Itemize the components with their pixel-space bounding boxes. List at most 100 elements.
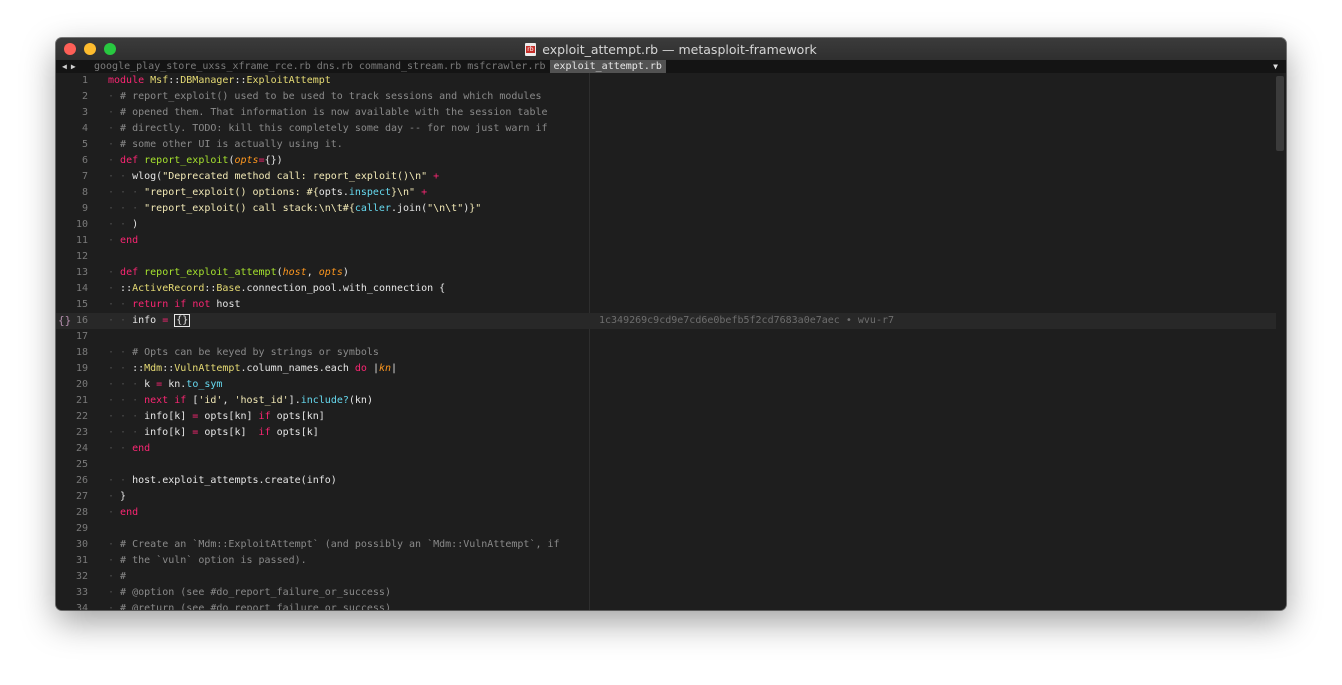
back-arrow-icon[interactable]: ◀	[62, 62, 67, 71]
token-const: VulnAttempt	[174, 363, 241, 374]
code-line[interactable]: 11 · end	[56, 233, 1276, 249]
indent-guide: · ·	[108, 363, 133, 374]
token-string: 'id'	[198, 395, 223, 406]
indent-guide: · ·	[108, 443, 133, 454]
token-plain: |	[391, 363, 398, 374]
tab-menu-icon[interactable]: ▼	[1273, 60, 1278, 73]
token-func: report_exploit	[144, 155, 229, 166]
line-number: 32	[75, 571, 88, 582]
indent-guide: ·	[108, 539, 121, 550]
indent-guide: ·	[108, 555, 121, 566]
code-line[interactable]: 22 · · · info[k] = opts[kn] if opts[kn]	[56, 409, 1276, 425]
line-number: 10	[75, 219, 88, 230]
code-line[interactable]: 33 · # @option (see #do_report_failure_or…	[56, 585, 1276, 601]
code-line[interactable]: 23 · · · info[k] = opts[k] if opts[k]	[56, 425, 1276, 441]
token-comment: #	[120, 571, 127, 582]
code-line[interactable]: 18 · · # Opts can be keyed by strings or …	[56, 345, 1276, 361]
indent-guide: ·	[108, 155, 121, 166]
code-text: · · · k = kn.to_sym	[108, 377, 222, 393]
token-const: Base	[216, 283, 241, 294]
line-number: 2	[81, 91, 88, 102]
code-text: · # opened them. That information is now…	[108, 105, 548, 121]
code-line[interactable]: 26 · · host.exploit_attempts.create(info)	[56, 473, 1276, 489]
token-const: ActiveRecord	[132, 283, 205, 294]
token-plain: host.exploit_attempts.create(info)	[132, 475, 337, 486]
token-comment: # directly. TODO: kill this completely s…	[120, 123, 548, 134]
indent-guide: ·	[108, 123, 121, 134]
title-bar[interactable]: exploit_attempt.rb — metasploit-framewor…	[56, 38, 1286, 61]
line-number: 29	[75, 523, 88, 534]
token-plain: }	[120, 491, 127, 502]
code-line[interactable]: 12	[56, 249, 1276, 265]
code-editor[interactable]: 1 module Msf::DBManager::ExploitAttempt 2 ·…	[56, 73, 1286, 610]
code-line[interactable]: 25	[56, 457, 1276, 473]
tab-file[interactable]: command_stream.rb	[357, 60, 465, 73]
indent-guide: ·	[108, 91, 121, 102]
tab-file[interactable]: dns.rb	[315, 60, 357, 73]
code-line[interactable]: 21 · · · next if ['id', 'host_id'].includ…	[56, 393, 1276, 409]
code-line[interactable]: 20 · · · k = kn.to_sym	[56, 377, 1276, 393]
token-builtin: caller	[354, 203, 391, 214]
code-line[interactable]: 14 · ::ActiveRecord::Base.connection_pool…	[56, 281, 1276, 297]
code-line[interactable]: 13 · def report_exploit_attempt(host, opt…	[56, 265, 1276, 281]
code-line[interactable]: 30 · # Create an `Mdm::ExploitAttempt` (a…	[56, 537, 1276, 553]
code-line[interactable]: 24 · · end	[56, 441, 1276, 457]
token-builtin: to_sym	[186, 379, 223, 390]
code-text: · · · "report_exploit() call stack:\n\t#…	[108, 201, 481, 217]
code-line[interactable]: 29	[56, 521, 1276, 537]
code-line[interactable]: 1 module Msf::DBManager::ExploitAttempt	[56, 73, 1276, 89]
line-number: 18	[75, 347, 88, 358]
code-line[interactable]: 5 · # some other UI is actually using it.	[56, 137, 1276, 153]
token-plain: host	[210, 299, 241, 310]
code-line[interactable]: 34 · # @return (see #do_report_failure_or…	[56, 601, 1276, 610]
token-plain: wlog(	[132, 171, 163, 182]
token-string: "report_exploit() options: #{	[144, 187, 319, 198]
token-keyword: next	[144, 395, 169, 406]
token-string: "Deprecated method call: report_exploit(…	[162, 171, 428, 182]
code-line[interactable]: 3 · # opened them. That information is no…	[56, 105, 1276, 121]
forward-arrow-icon[interactable]: ▶	[71, 62, 76, 71]
code-line[interactable]: 8 · · · "report_exploit() options: #{opts…	[56, 185, 1276, 201]
code-text: · · · next if ['id', 'host_id'].include?…	[108, 393, 373, 409]
code-line[interactable]: 15 · · return if not host	[56, 297, 1276, 313]
token-keyword: end	[120, 235, 139, 246]
code-line[interactable]: 9 · · · "report_exploit() call stack:\n\t…	[56, 201, 1276, 217]
token-keyword: +	[421, 187, 428, 198]
code-text: · # report_exploit() used to be used to …	[108, 89, 541, 105]
code-line[interactable]: 31 · # the `vuln` option is passed).	[56, 553, 1276, 569]
tab-file[interactable]: msfcrawler.rb	[465, 60, 549, 73]
code-text: · ::ActiveRecord::Base.connection_pool.w…	[108, 281, 445, 297]
token-keyword: not	[192, 299, 211, 310]
tab-active[interactable]: exploit_attempt.rb	[549, 60, 666, 73]
code-text: · · info = {}	[108, 313, 191, 329]
tab-file[interactable]: google_play_store_uxss_xframe_rce.rb	[92, 60, 315, 73]
line-number: 34	[75, 603, 88, 610]
code-line[interactable]: 28 · end	[56, 505, 1276, 521]
token-string: }\n"	[391, 187, 416, 198]
code-line[interactable]: 27 · }	[56, 489, 1276, 505]
token-plain: ::	[204, 283, 217, 294]
code-line[interactable]: 17	[56, 329, 1276, 345]
code-line[interactable]: 19 · · ::Mdm::VulnAttempt.column_names.ea…	[56, 361, 1276, 377]
indent-guide: · · ·	[108, 203, 145, 214]
line-number: 22	[75, 411, 88, 422]
code-line[interactable]: 32 · #	[56, 569, 1276, 585]
code-line[interactable]: {} 16 · · info = {} 1c349269c9cd9e7cd6e0bef…	[56, 313, 1276, 329]
line-number: 1	[81, 75, 88, 86]
scrollbar-thumb[interactable]	[1276, 76, 1284, 151]
code-line[interactable]: 6 · def report_exploit(opts={})	[56, 153, 1276, 169]
indent-guide: · ·	[108, 299, 133, 310]
code-line[interactable]: 4 · # directly. TODO: kill this completel…	[56, 121, 1276, 137]
code-line[interactable]: 7 · · wlog("Deprecated method call: repor…	[56, 169, 1276, 185]
token-func: report_exploit_attempt	[144, 267, 277, 278]
line-number: 31	[75, 555, 88, 566]
token-plain: .join(	[390, 203, 428, 214]
code-line[interactable]: 2 · # report_exploit() used to be used to…	[56, 89, 1276, 105]
token-plain: opts[k]	[198, 427, 259, 438]
line-number: 3	[81, 107, 88, 118]
indent-guide: · · ·	[108, 395, 145, 406]
code-text: · · · info[k] = opts[k] if opts[k]	[108, 425, 319, 441]
token-param: opts	[234, 155, 259, 166]
code-line[interactable]: 10 · · )	[56, 217, 1276, 233]
token-const: Mdm	[144, 363, 163, 374]
